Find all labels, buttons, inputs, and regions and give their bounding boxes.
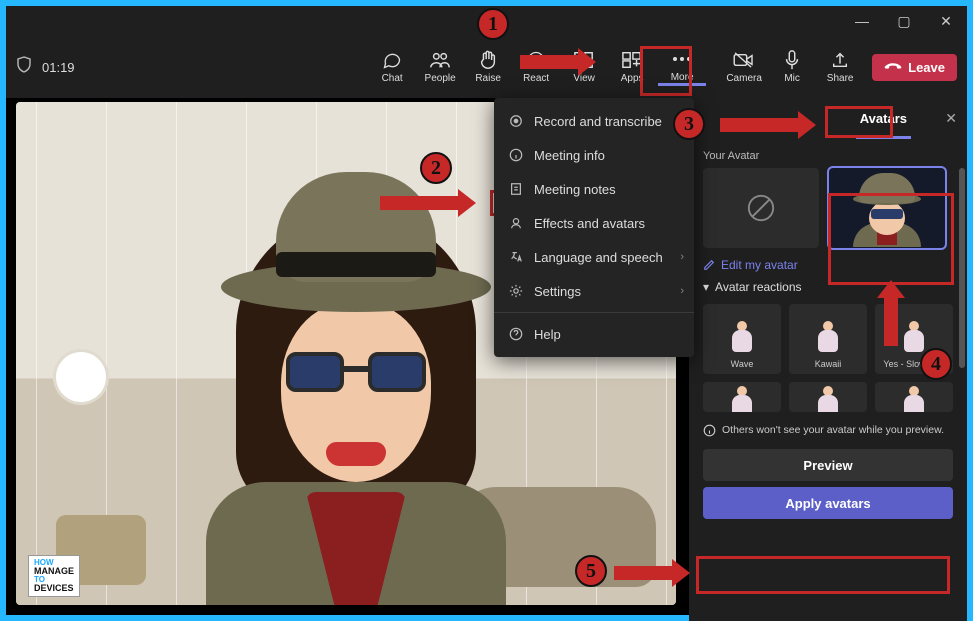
help-icon bbox=[508, 326, 524, 342]
settings-item[interactable]: Settings › bbox=[494, 274, 694, 308]
info-icon bbox=[703, 424, 716, 437]
gear-icon bbox=[508, 283, 524, 299]
info-icon bbox=[508, 147, 524, 163]
meeting-stage: HOWMANAGE TODEVICES Record and transcrib… bbox=[6, 98, 967, 615]
record-icon bbox=[508, 113, 524, 129]
chat-label: Chat bbox=[382, 73, 403, 84]
preview-button[interactable]: Preview bbox=[703, 449, 953, 481]
edit-icon bbox=[703, 259, 715, 271]
minimize-button[interactable]: — bbox=[841, 6, 883, 36]
preview-note: Others won't see your avatar while you p… bbox=[689, 418, 967, 443]
reactions-label: Avatar reactions bbox=[715, 280, 802, 294]
leave-label: Leave bbox=[908, 60, 945, 75]
note-text: Others won't see your avatar while you p… bbox=[722, 424, 944, 436]
reaction-label: Kawaii bbox=[815, 359, 842, 369]
reaction-figure-icon bbox=[815, 386, 841, 407]
annotation-box-avatar-thumb bbox=[828, 193, 954, 285]
notes-icon bbox=[508, 181, 524, 197]
reaction-label: Wave bbox=[731, 359, 754, 369]
meeting-info-item[interactable]: Meeting info bbox=[494, 138, 694, 172]
maximize-button[interactable]: ▢ bbox=[883, 6, 925, 36]
effects-avatars-item[interactable]: Effects and avatars bbox=[494, 206, 694, 240]
reaction-wave[interactable]: Wave bbox=[703, 304, 781, 374]
reaction-slow-nod[interactable]: Yes - Slow Nod bbox=[875, 304, 953, 374]
chevron-right-icon: › bbox=[680, 251, 684, 263]
apply-avatars-button[interactable]: Apply avatars bbox=[703, 487, 953, 519]
meeting-notes-label: Meeting notes bbox=[534, 182, 616, 197]
reaction-figure-icon bbox=[901, 386, 927, 407]
meeting-timer: 01:19 bbox=[42, 60, 75, 75]
app-window: — ▢ ✕ 01:19 Chat People Raise React View bbox=[6, 6, 967, 615]
reaction-figure-icon bbox=[729, 386, 755, 407]
your-avatar-heading: Your Avatar bbox=[689, 142, 967, 168]
mic-icon bbox=[784, 50, 800, 70]
reaction-label: Yes - Slow Nod bbox=[883, 359, 944, 369]
no-avatar-icon bbox=[746, 193, 776, 223]
settings-label: Settings bbox=[534, 284, 581, 299]
annotation-box-apply bbox=[696, 556, 950, 594]
avatar-option-none[interactable] bbox=[703, 168, 819, 248]
window-titlebar: — ▢ ✕ bbox=[6, 6, 967, 36]
reaction-kawaii[interactable]: Kawaii bbox=[789, 304, 867, 374]
camera-button[interactable]: Camera bbox=[720, 50, 768, 84]
people-label: People bbox=[425, 73, 456, 84]
edit-label: Edit my avatar bbox=[721, 258, 798, 272]
view-icon bbox=[574, 50, 594, 70]
reaction-item[interactable] bbox=[789, 382, 867, 412]
react-icon bbox=[526, 50, 546, 70]
reaction-figure-icon bbox=[815, 321, 841, 355]
react-label: React bbox=[523, 73, 549, 84]
more-dropdown: Record and transcribe › Meeting info Mee… bbox=[494, 98, 694, 357]
avatars-panel: Avatars ✕ Your Avatar Edit my avatar bbox=[689, 98, 967, 621]
mic-button[interactable]: Mic bbox=[768, 50, 816, 84]
meeting-notes-item[interactable]: Meeting notes bbox=[494, 172, 694, 206]
record-transcribe-item[interactable]: Record and transcribe › bbox=[494, 104, 694, 138]
annotation-box-avatars-tab bbox=[825, 106, 893, 138]
close-window-button[interactable]: ✕ bbox=[925, 6, 967, 36]
reactions-grid: Wave Kawaii Yes - Slow Nod bbox=[689, 298, 967, 418]
camera-off-icon bbox=[733, 50, 755, 70]
room-lamp-decor bbox=[56, 352, 106, 402]
language-icon bbox=[508, 249, 524, 265]
share-icon bbox=[831, 50, 849, 70]
meeting-toolbar: 01:19 Chat People Raise React View Apps bbox=[6, 36, 967, 98]
camera-label: Camera bbox=[726, 73, 762, 84]
effects-icon bbox=[508, 215, 524, 231]
share-button[interactable]: Share bbox=[816, 50, 864, 84]
people-button[interactable]: People bbox=[416, 50, 464, 84]
people-icon bbox=[429, 50, 451, 70]
chat-button[interactable]: Chat bbox=[368, 50, 416, 84]
reaction-figure-icon bbox=[901, 321, 927, 355]
watermark-logo: HOWMANAGE TODEVICES bbox=[28, 555, 80, 597]
chevron-right-icon: › bbox=[680, 285, 684, 297]
help-item[interactable]: Help bbox=[494, 317, 694, 351]
reaction-item[interactable] bbox=[703, 382, 781, 412]
record-label: Record and transcribe bbox=[534, 114, 662, 129]
meeting-info-label: Meeting info bbox=[534, 148, 605, 163]
chat-icon bbox=[382, 50, 402, 70]
mic-label: Mic bbox=[784, 73, 800, 84]
raise-hand-icon bbox=[479, 50, 497, 70]
reaction-item[interactable] bbox=[875, 382, 953, 412]
effects-label: Effects and avatars bbox=[534, 216, 645, 231]
language-label: Language and speech bbox=[534, 250, 663, 265]
avatar-figure bbox=[166, 152, 546, 602]
annotation-box-more bbox=[640, 46, 692, 96]
chevron-right-icon: › bbox=[680, 115, 684, 127]
view-label: View bbox=[573, 73, 595, 84]
panel-close-button[interactable]: ✕ bbox=[945, 110, 957, 127]
leave-button[interactable]: Leave bbox=[872, 54, 957, 81]
view-button[interactable]: View bbox=[560, 50, 608, 84]
caret-down-icon: ▾ bbox=[703, 280, 709, 294]
help-label: Help bbox=[534, 327, 561, 342]
reaction-figure-icon bbox=[729, 321, 755, 355]
raise-hand-button[interactable]: Raise bbox=[464, 50, 512, 84]
hangup-icon bbox=[884, 61, 902, 73]
panel-scrollbar[interactable] bbox=[959, 168, 965, 368]
react-button[interactable]: React bbox=[512, 50, 560, 84]
raise-label: Raise bbox=[475, 73, 501, 84]
privacy-shield-icon[interactable] bbox=[16, 56, 32, 79]
language-speech-item[interactable]: Language and speech › bbox=[494, 240, 694, 274]
share-label: Share bbox=[827, 73, 854, 84]
